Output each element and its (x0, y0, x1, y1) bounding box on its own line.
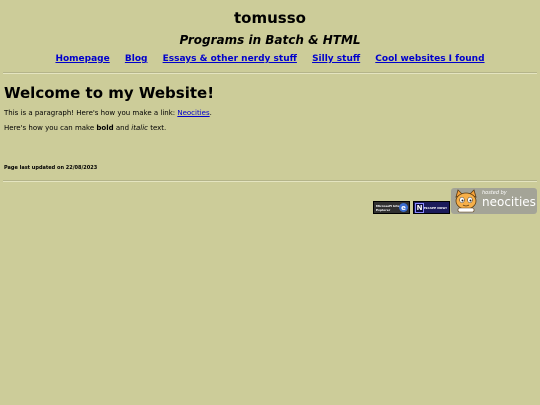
neocities-badge[interactable]: hosted by neocities (451, 188, 537, 214)
netscape-badge[interactable]: N NETSCAPE NOW! (413, 201, 450, 214)
nav-link-essays[interactable]: Essays & other nerdy stuff (163, 54, 297, 64)
nav-link-silly-stuff[interactable]: Silly stuff (312, 54, 360, 64)
bold-word: bold (96, 124, 114, 132)
neocities-name: neocities (482, 195, 536, 209)
page-heading: Welcome to my Website! (4, 84, 215, 102)
nav-link-blog[interactable]: Blog (125, 54, 148, 64)
paragraph-formatting-suffix: text. (147, 124, 167, 132)
neocities-cat-icon (455, 189, 477, 213)
page: tomusso Programs in Batch & HTML Homepag… (0, 0, 540, 405)
bottom-divider (3, 180, 537, 182)
nav-link-cool-websites[interactable]: Cool websites I found (375, 54, 484, 64)
netscape-logo-icon: N (415, 203, 424, 213)
paragraph-formatting-middle: and (113, 124, 132, 132)
last-updated-text: Page last updated on 22/08/2023 (4, 165, 98, 171)
paragraph-link-prefix: This is a paragraph! Here's how you make… (4, 109, 178, 117)
neocities-badge-text: hosted by neocities (482, 191, 536, 209)
paragraph-link: This is a paragraph! Here's how you make… (4, 109, 212, 117)
main-nav: Homepage Blog Essays & other nerdy stuff… (0, 54, 540, 64)
paragraph-link-suffix: . (209, 109, 212, 117)
top-divider (3, 72, 537, 74)
site-subtitle: Programs in Batch & HTML (179, 33, 361, 47)
paragraph-formatting: Here's how you can make bold and italic … (4, 124, 166, 132)
internet-explorer-badge[interactable]: Microsoft Internet Explorer e (373, 201, 410, 214)
nav-link-homepage[interactable]: Homepage (55, 54, 109, 64)
italic-word: italic (131, 124, 148, 132)
paragraph-formatting-prefix: Here's how you can make (4, 124, 97, 132)
site-title: tomusso (234, 9, 306, 27)
internet-explorer-logo-icon: e (399, 203, 408, 212)
neocities-link[interactable]: Neocities (177, 109, 209, 117)
